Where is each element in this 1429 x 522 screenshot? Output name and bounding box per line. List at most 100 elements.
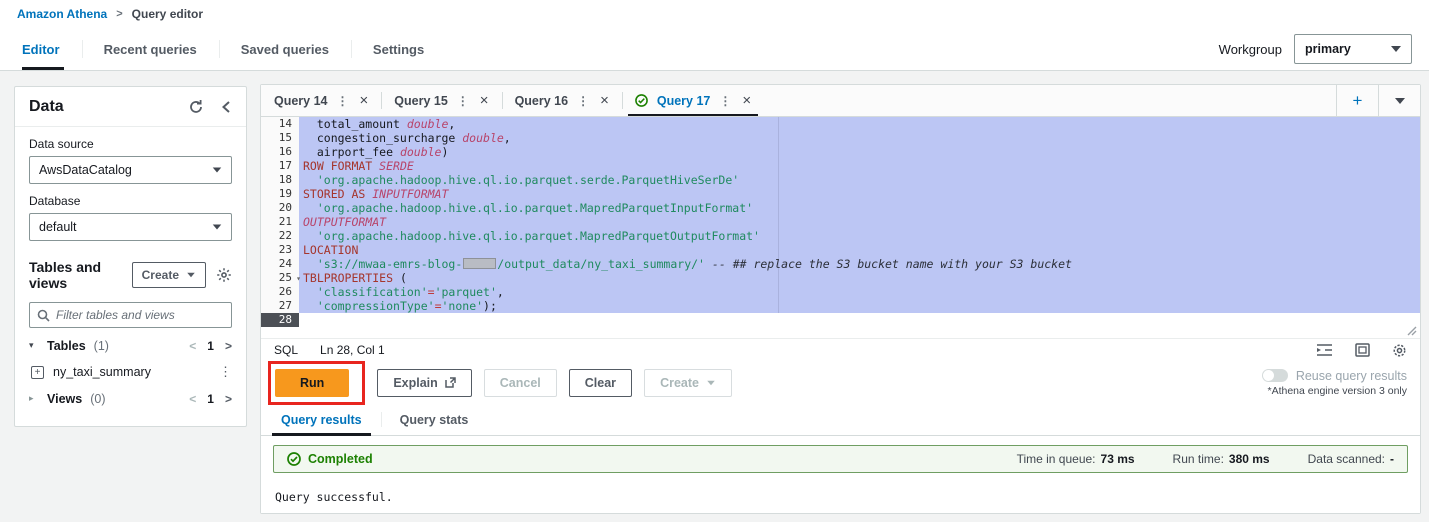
- editor-settings-gear-icon[interactable]: [1392, 343, 1407, 358]
- close-tab-icon[interactable]: ×: [740, 92, 751, 109]
- code-token: ): [441, 145, 449, 159]
- breadcrumb-separator-icon: >: [116, 8, 123, 20]
- query-tab-query-17[interactable]: Query 17 ⋮ ×: [621, 85, 764, 116]
- cancel-button[interactable]: Cancel: [483, 368, 557, 397]
- code-text[interactable]: OUTPUTFORMAT: [299, 215, 1420, 229]
- pagination: <1 >: [189, 339, 232, 353]
- create-query-button[interactable]: Create: [644, 368, 732, 397]
- tab-list-menu-button[interactable]: [1378, 85, 1420, 116]
- query-tab-label: Query 17: [656, 93, 711, 108]
- code-text[interactable]: ROW FORMAT SERDE: [299, 159, 1420, 173]
- line-number: 14: [261, 117, 299, 131]
- cursor-position: Ln 28, Col 1: [320, 343, 385, 357]
- code-token: total_amount: [303, 117, 407, 131]
- top-tab-saved-queries[interactable]: Saved queries: [218, 28, 351, 70]
- clear-button[interactable]: Clear: [568, 368, 633, 397]
- actions-toolbar: Run Explain Cancel Clear Create Reuse qu…: [261, 360, 1420, 405]
- page-prev-icon[interactable]: <: [189, 392, 196, 406]
- code-text[interactable]: 'classification'='parquet',: [299, 285, 1420, 299]
- page-next-icon[interactable]: >: [225, 339, 232, 353]
- fold-caret-icon[interactable]: ▾: [296, 272, 301, 286]
- tab-menu-icon[interactable]: ⋮: [719, 94, 731, 108]
- code-text[interactable]: LOCATION: [299, 243, 1420, 257]
- results-body: Query successful.: [261, 473, 1420, 513]
- table-actions-menu-icon[interactable]: ⋮: [219, 364, 232, 380]
- code-token: (: [399, 271, 407, 285]
- new-query-tab-button[interactable]: +: [1336, 85, 1378, 116]
- query-tab-label: Query 15: [394, 93, 448, 108]
- query-tab-query-15[interactable]: Query 15 ⋮ ×: [381, 85, 501, 116]
- results-tab-query-stats[interactable]: Query stats: [380, 404, 488, 435]
- code-text[interactable]: TBLPROPERTIES (: [299, 271, 1420, 285]
- code-text[interactable]: airport_fee double): [299, 145, 1420, 159]
- code-text[interactable]: 's3://mwaa-emrs-blog- /output_data/ny_tax…: [299, 257, 1420, 271]
- query-tab-label: Query 14: [274, 93, 328, 108]
- metric-data-scanned: Data scanned: -: [1308, 452, 1394, 466]
- gear-icon[interactable]: [216, 267, 232, 283]
- tab-menu-icon[interactable]: ⋮: [577, 94, 589, 108]
- code-text[interactable]: [299, 313, 1420, 327]
- run-button[interactable]: Run: [275, 368, 350, 397]
- results-tab-query-results[interactable]: Query results: [262, 404, 381, 436]
- line-number: 22: [261, 229, 299, 243]
- tree-group-tables[interactable]: ▾ Tables (1) <1 >: [29, 332, 232, 359]
- close-tab-icon[interactable]: ×: [478, 92, 489, 109]
- tab-menu-icon[interactable]: ⋮: [337, 94, 349, 108]
- tree-group-views[interactable]: ▸ Views (0) <1 >: [29, 385, 232, 412]
- close-tab-icon[interactable]: ×: [598, 92, 609, 109]
- code-text[interactable]: total_amount double,: [299, 117, 1420, 131]
- code-line-28: 28: [261, 313, 1420, 327]
- reuse-query-results-label: Reuse query results: [1295, 368, 1407, 383]
- query-tab-query-14[interactable]: Query 14 ⋮ ×: [261, 85, 381, 116]
- code-text[interactable]: 'org.apache.hadoop.hive.ql.io.parquet.se…: [299, 173, 1420, 187]
- code-text[interactable]: STORED AS INPUTFORMAT: [299, 187, 1420, 201]
- filter-tables-input[interactable]: [56, 308, 224, 322]
- top-tab-editor[interactable]: Editor: [17, 28, 82, 70]
- run-annotation-box: Run: [268, 360, 366, 405]
- shortcuts-panel-icon[interactable]: [1355, 343, 1370, 357]
- caret-down-icon[interactable]: ▾: [29, 340, 39, 351]
- reuse-results-control: Reuse query results *Athena engine versi…: [1261, 368, 1407, 397]
- explain-button[interactable]: Explain: [377, 368, 472, 397]
- data-source-label: Data source: [29, 137, 94, 151]
- data-source-value: AwsDataCatalog: [39, 163, 132, 177]
- create-query-button-label: Create: [660, 375, 699, 390]
- reuse-query-results-toggle[interactable]: [1261, 369, 1288, 382]
- top-tab-recent-queries[interactable]: Recent queries: [81, 28, 219, 70]
- expand-table-icon[interactable]: +: [31, 365, 44, 379]
- breadcrumb-root-link[interactable]: Amazon Athena: [17, 7, 107, 21]
- workgroup-select[interactable]: primary: [1294, 34, 1412, 64]
- code-text[interactable]: 'org.apache.hadoop.hive.ql.io.parquet.Ma…: [299, 229, 1420, 243]
- code-line-24: 24 's3://mwaa-emrs-blog- /output_data/ny_…: [261, 257, 1420, 271]
- code-token: LOCATION: [303, 243, 359, 257]
- page-number: 1: [207, 338, 214, 353]
- collapse-panel-icon[interactable]: [220, 100, 232, 114]
- tab-menu-icon[interactable]: ⋮: [457, 94, 469, 108]
- code-token: 'none': [441, 299, 484, 313]
- table-item-ny-taxi-summary[interactable]: + ny_taxi_summary ⋮: [29, 359, 232, 385]
- page-prev-icon[interactable]: <: [189, 339, 196, 353]
- close-tab-icon[interactable]: ×: [358, 92, 369, 109]
- code-text[interactable]: 'compressionType'='none');: [299, 299, 1420, 313]
- page-next-icon[interactable]: >: [225, 392, 232, 406]
- chevron-down-icon: [1391, 46, 1401, 52]
- check-circle-icon: [287, 452, 301, 466]
- caret-right-icon[interactable]: ▸: [29, 393, 39, 404]
- code-line-17: 17 ROW FORMAT SERDE: [261, 159, 1420, 173]
- format-query-icon[interactable]: [1316, 343, 1333, 357]
- group-label: Tables: [47, 338, 86, 353]
- top-tab-settings[interactable]: Settings: [350, 28, 446, 70]
- database-select[interactable]: default: [29, 213, 232, 241]
- data-source-select[interactable]: AwsDataCatalog: [29, 156, 232, 184]
- sql-code-editor[interactable]: 14 total_amount double, 15 congestion_sur…: [261, 117, 1420, 327]
- refresh-icon[interactable]: [188, 99, 204, 115]
- code-token: 'org.apache.hadoop.hive.ql.io.parquet.Ma…: [316, 201, 754, 215]
- query-tab-query-16[interactable]: Query 16 ⋮ ×: [501, 85, 622, 116]
- code-text[interactable]: congestion_surcharge double,: [299, 131, 1420, 145]
- search-icon: [37, 309, 50, 322]
- create-button[interactable]: Create: [131, 262, 206, 288]
- metric-label: Run time:: [1172, 452, 1224, 466]
- resize-handle-icon[interactable]: [1407, 326, 1417, 336]
- code-text[interactable]: 'org.apache.hadoop.hive.ql.io.parquet.Ma…: [299, 201, 1420, 215]
